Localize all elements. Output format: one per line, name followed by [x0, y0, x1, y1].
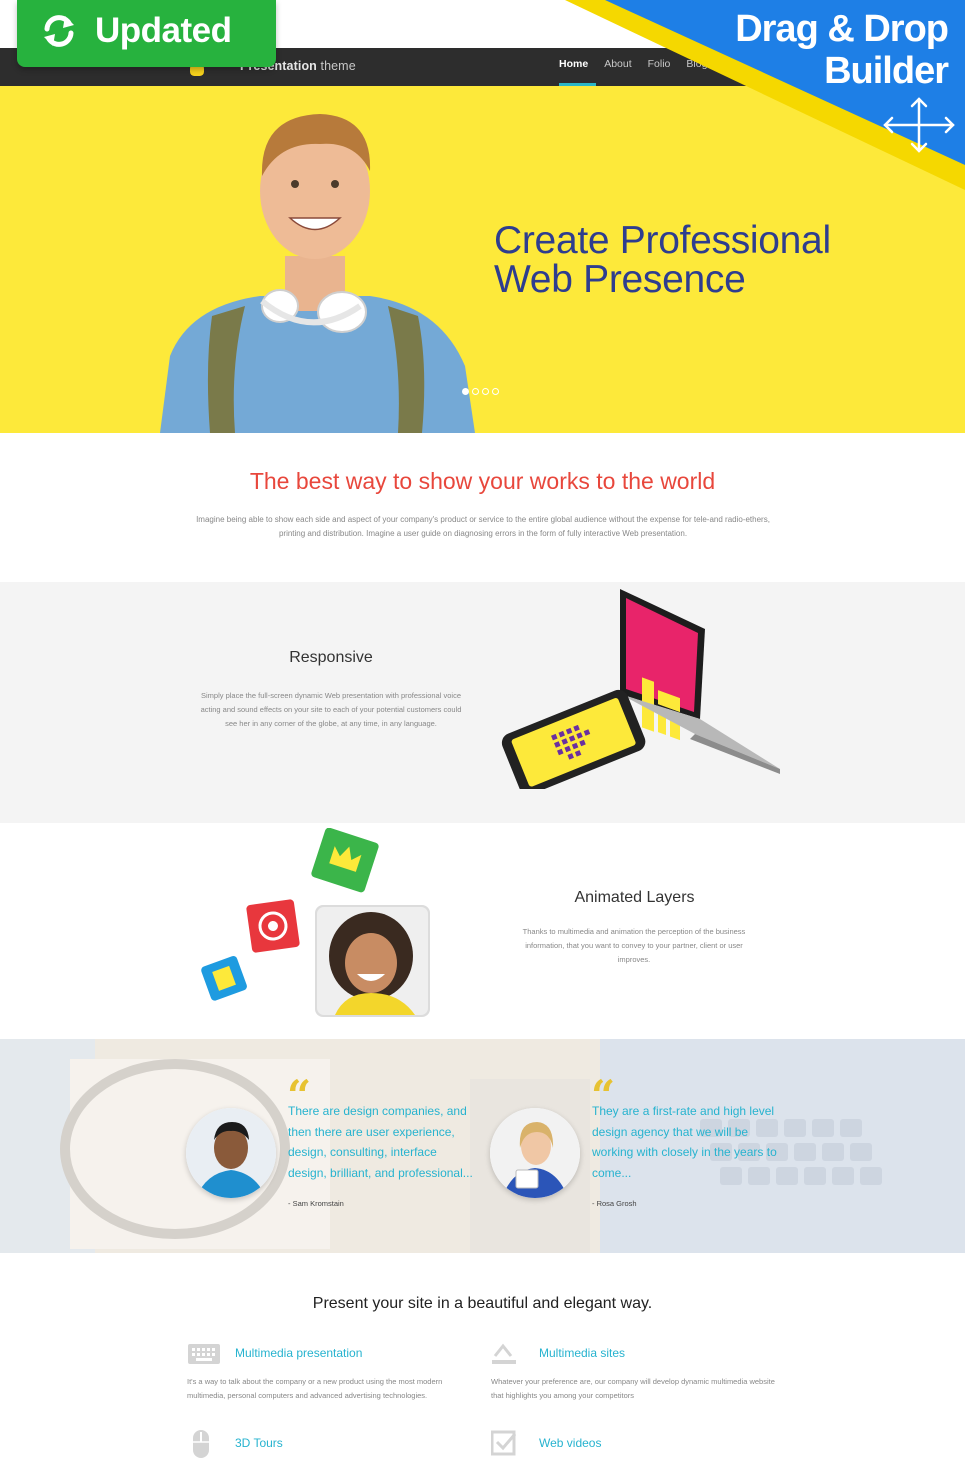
slider-dot-1[interactable] [462, 388, 469, 395]
intro-title: The best way to show your works to the w… [249, 468, 716, 494]
layers-text: Thanks to multimedia and animation the p… [522, 927, 746, 964]
feature-desc-2: Whatever your preference are, our compan… [491, 1377, 775, 1400]
layers-illustration [201, 828, 430, 1017]
updated-label: Updated [95, 11, 232, 50]
upload-icon [492, 1343, 516, 1364]
testimonial-author-2: - Rosa Grosh [592, 1199, 637, 1208]
checkbox-icon [491, 1430, 517, 1456]
testimonial-quote-2: They are a first-rate and high level des… [592, 1104, 777, 1180]
desk-background-image [0, 1039, 965, 1253]
testimonials-section: “ There are design companies, and then t… [0, 1039, 965, 1253]
avatar-rosa [490, 1108, 580, 1198]
refresh-icon [44, 15, 74, 47]
features-heading: Present your site in a beautiful and ele… [312, 1295, 653, 1312]
mouse-icon [193, 1430, 209, 1458]
feature-title-1[interactable]: Multimedia presentation [235, 1346, 362, 1360]
keyboard-icon [188, 1344, 220, 1364]
responsive-text: Simply place the full-screen dynamic Web… [200, 691, 462, 728]
avatar-sam-image [186, 1108, 276, 1198]
devices-illustration [501, 589, 780, 789]
avatar-rosa-image [490, 1108, 580, 1198]
move-arrows-icon [883, 97, 955, 153]
slider-dot-2[interactable] [472, 388, 479, 395]
layers-title: Animated Layers [574, 889, 695, 906]
testimonial-quote-1: There are design companies, and then the… [288, 1104, 473, 1180]
hero-title: Create Professional Web Presence [494, 221, 831, 299]
slider-pagination [462, 388, 499, 395]
testimonial-author-1: - Sam Kromstain [288, 1199, 344, 1208]
feature-title-2[interactable]: Multimedia sites [539, 1346, 625, 1360]
slider-dot-3[interactable] [482, 388, 489, 395]
feature-title-4[interactable]: Web videos [539, 1436, 601, 1450]
feature-title-3[interactable]: 3D Tours [235, 1436, 283, 1450]
responsive-title: Responsive [289, 649, 373, 666]
ribbon-line1: Drag & Drop [735, 8, 949, 50]
hero-person-image [160, 114, 475, 433]
hero-title-line1: Create Professional [494, 219, 831, 262]
avatar-sam [186, 1108, 276, 1198]
hero-title-line2: Web Presence [494, 258, 746, 301]
brand-suffix: theme [320, 59, 356, 73]
updated-badge: Updated [17, 0, 276, 67]
ribbon-line2: Builder [824, 50, 949, 92]
feature-desc-1: It's a way to talk about the company or … [187, 1377, 443, 1400]
responsive-section: Responsive Simply place the full-screen … [0, 582, 965, 823]
intro-text: Imagine being able to show each side and… [196, 515, 770, 538]
slider-dot-4[interactable] [492, 388, 499, 395]
